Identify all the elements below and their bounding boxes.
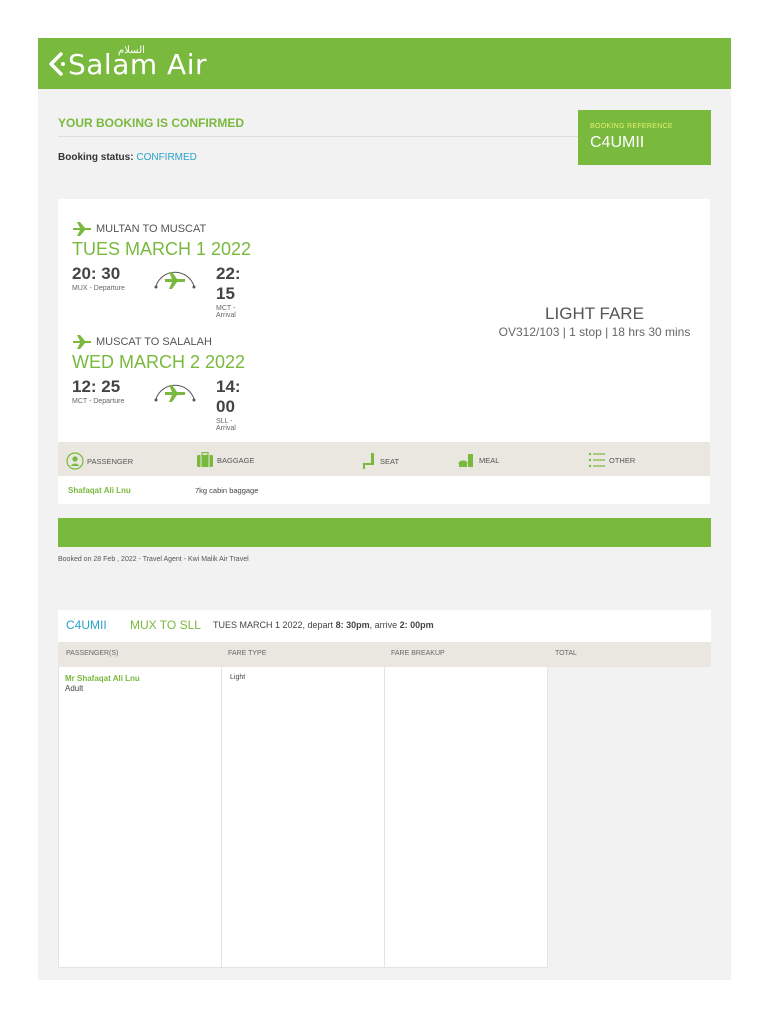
section-divider-bar	[58, 518, 711, 547]
column-divider	[221, 667, 222, 967]
summary-table-body: Mr Shafaqat Ali Lnu Adult Light	[58, 667, 548, 968]
booking-summary: C4UMII MUX TO SLL TUES MARCH 1 2022, dep…	[58, 610, 711, 968]
summary-schedule: TUES MARCH 1 2022, depart 8: 30pm, arriv…	[213, 620, 434, 630]
booking-status: Booking status: CONFIRMED	[58, 152, 197, 163]
salamair-logo: Salam Air السلام	[46, 45, 207, 81]
summary-fare-type: Light	[230, 674, 246, 681]
list-icon	[588, 452, 605, 468]
status-label: Booking status:	[58, 152, 134, 163]
arrival-label: MCT - Arrival	[216, 305, 236, 319]
flight-details-card: MULTAN TO MUSCAT TUES MARCH 1 2022 20: 3…	[58, 199, 710, 442]
segment-route: MULTAN TO MUSCAT	[96, 223, 207, 235]
booking-page: Salam Air السلام YOUR BOOKING IS CONFIRM…	[38, 38, 731, 980]
summary-reference: C4UMII	[66, 618, 107, 632]
fare-title: LIGHT FARE	[545, 304, 644, 323]
tab-label: SEAT	[380, 456, 400, 466]
baggage-icon	[197, 452, 213, 467]
summary-passenger-type: Adult	[65, 684, 84, 693]
passenger-name: Shafaqat Ali Lnu	[68, 486, 131, 495]
segment-date: TUES MARCH 1 2022	[72, 239, 252, 259]
airplane-icon	[73, 222, 91, 236]
divider	[58, 136, 578, 137]
tab-label: MEAL	[479, 455, 500, 465]
person-icon	[66, 452, 84, 470]
confirmation-title: YOUR BOOKING IS CONFIRMED	[58, 116, 245, 130]
segment-route: MUSCAT TO SALALAH	[96, 336, 212, 348]
tab-label: BAGGAGE	[217, 455, 255, 465]
tab-meal[interactable]: MEAL	[458, 452, 499, 468]
summary-header: C4UMII MUX TO SLL TUES MARCH 1 2022, dep…	[58, 610, 711, 642]
fare-summary: LIGHT FARE OV312/103 | 1 stop | 18 hrs 3…	[488, 304, 701, 339]
column-divider	[547, 667, 548, 967]
summary-depart-time: 8: 30pm	[335, 620, 370, 630]
passenger-row: Shafaqat Ali Lnu 7kg cabin baggage	[58, 476, 710, 504]
tab-label: PASSENGER	[87, 456, 134, 466]
passenger-baggage: 7kg cabin baggage	[195, 486, 259, 495]
summary-column-headers: PASSENGER(S) FARE TYPE FARE BREAKUP TOTA…	[58, 642, 711, 667]
flight-arc-icon	[154, 384, 196, 402]
tab-other[interactable]: OTHER	[588, 452, 635, 468]
fare-details: OV312/103 | 1 stop | 18 hrs 30 mins	[498, 325, 691, 339]
departure-time: 12: 25	[72, 377, 121, 396]
column-header: PASSENGER(S)	[66, 650, 119, 657]
tab-seat[interactable]: SEAT	[363, 452, 399, 470]
status-value: CONFIRMED	[136, 152, 197, 163]
summary-arrive-text: , arrive	[369, 620, 398, 630]
flight-segment-1: MULTAN TO MUSCAT TUES MARCH 1 2022 20: 3…	[72, 221, 252, 319]
departure-label: MUX - Departure	[72, 285, 125, 292]
summary-passenger-name: Mr Shafaqat Ali Lnu	[65, 674, 140, 683]
seat-icon	[363, 453, 374, 469]
arrival-label: SLL - Arrival	[216, 418, 236, 432]
airplane-icon	[73, 335, 91, 349]
passenger-info-tabs: PASSENGER BAGGAGE SEAT MEAL OTHER	[58, 442, 710, 476]
header-bar: Salam Air السلام	[38, 38, 731, 89]
flight-segment-2: MUSCAT TO SALALAH WED MARCH 2 2022 12: 2…	[72, 334, 246, 432]
tab-label: OTHER	[609, 455, 636, 465]
summary-route: MUX TO SLL	[130, 618, 201, 632]
booked-on-text: Booked on 28 Feb , 2022 - Travel Agent -…	[58, 556, 249, 563]
flight-arc-icon	[154, 271, 196, 289]
summary-date: TUES MARCH 1 2022, depart	[213, 620, 334, 630]
tab-baggage[interactable]: BAGGAGE	[196, 452, 255, 468]
departure-time: 20: 30	[72, 264, 121, 283]
booking-reference-box: BOOKING REFERENCE C4UMII	[578, 110, 711, 165]
booking-reference-value: C4UMII	[590, 134, 645, 151]
logo-arabic-text: السلام	[118, 45, 145, 56]
meal-icon	[458, 454, 473, 467]
tab-passenger[interactable]: PASSENGER	[66, 452, 133, 470]
booking-reference-label: BOOKING REFERENCE	[590, 123, 673, 130]
arrival-time: 14: 00	[216, 377, 241, 416]
column-header: FARE BREAKUP	[391, 650, 445, 657]
chevron-left-icon	[49, 52, 65, 76]
summary-arrive-time: 2: 00pm	[399, 620, 434, 630]
segment-date: WED MARCH 2 2022	[72, 352, 246, 372]
departure-label: MCT - Departure	[72, 398, 125, 405]
column-header: FARE TYPE	[228, 650, 267, 657]
arrival-time: 22: 15	[216, 264, 241, 303]
column-header: TOTAL	[555, 650, 577, 657]
column-divider	[384, 667, 385, 967]
